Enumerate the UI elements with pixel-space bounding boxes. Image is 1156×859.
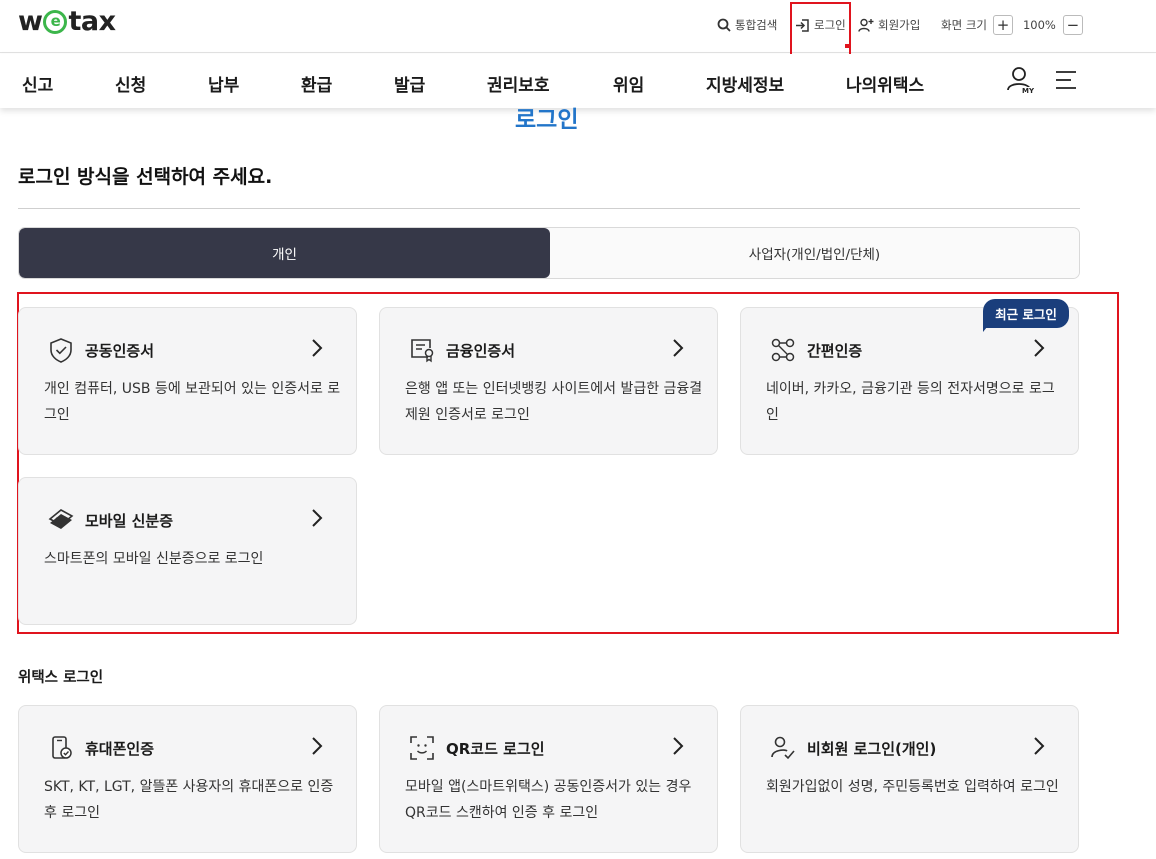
tab-business[interactable]: 사업자(개인/법인/단체) <box>550 228 1079 278</box>
zoom-out-button[interactable]: − <box>1062 15 1083 35</box>
nav-item-issue[interactable]: 발급 <box>394 71 425 96</box>
badge-tail <box>983 322 991 332</box>
signup-label: 회원가입 <box>878 18 921 32</box>
nav-item-my-wetax[interactable]: 나의위택스 <box>846 71 924 96</box>
divider <box>18 208 1080 209</box>
card-title: 모바일 신분증 <box>85 512 174 530</box>
chevron-right-icon <box>673 339 684 357</box>
card-title: QR코드 로그인 <box>446 740 545 758</box>
phone-cert-icon <box>52 736 72 759</box>
nav-item-payment[interactable]: 납부 <box>208 71 239 96</box>
search-icon <box>717 18 731 32</box>
signup-link[interactable]: 회원가입 <box>858 14 920 36</box>
card-title: 공동인증서 <box>85 342 155 360</box>
card-description: SKT, KT, LGT, 알뜰폰 사용자의 휴대폰으로 인증 후 로그인 <box>44 779 334 821</box>
login-type-tabs: 개인 사업자(개인/법인/단체) <box>18 227 1080 279</box>
card-description: 모바일 앱(스마트위택스) 공동인증서가 있는 경우 QR코드 스캔하여 인증 … <box>405 779 692 821</box>
logo-e-mark: e <box>43 9 68 34</box>
nav-item-apply[interactable]: 신청 <box>115 71 146 96</box>
card-description: 스마트폰의 모바일 신분증으로 로그인 <box>44 551 264 567</box>
chevron-right-icon <box>1034 339 1045 357</box>
add-user-icon <box>858 18 874 32</box>
my-label: MY <box>1021 87 1036 95</box>
nav-item-rights[interactable]: 권리보호 <box>487 71 550 96</box>
nav-item-local-tax-info[interactable]: 지방세정보 <box>706 71 784 96</box>
non-member-login-card[interactable]: 비회원 로그인(개인) 회원가입없이 성명, 주민등록번호 입력하여 로그인 <box>740 705 1079 853</box>
zoom-level: 100% <box>1022 18 1056 32</box>
tab-individual[interactable]: 개인 <box>19 228 550 278</box>
joint-certificate-card[interactable]: 공동인증서 개인 컴퓨터, USB 등에 보관되어 있는 인증서로 로그인 <box>18 307 357 455</box>
hamburger-icon <box>1056 71 1076 89</box>
font-size-label: 화면 크기 <box>941 18 987 32</box>
wetax-logo[interactable]: w e tax <box>18 6 116 37</box>
zoom-in-button[interactable]: + <box>992 15 1013 35</box>
chevron-right-icon <box>312 509 323 527</box>
chevron-right-icon <box>673 737 684 755</box>
phone-auth-card[interactable]: 휴대폰인증 SKT, KT, LGT, 알뜰폰 사용자의 휴대폰으로 인증 후 … <box>18 705 357 853</box>
card-description: 개인 컴퓨터, USB 등에 보관되어 있는 인증서로 로그인 <box>44 381 341 423</box>
menu-button[interactable] <box>1055 70 1077 94</box>
logo-prefix: w <box>18 6 43 37</box>
wetax-login-section-title: 위택스 로그인 <box>18 670 104 686</box>
chevron-right-icon <box>312 737 323 755</box>
mobile-id-icon <box>48 509 74 529</box>
card-title: 비회원 로그인(개인) <box>807 740 937 758</box>
chevron-right-icon <box>312 339 323 357</box>
shield-check-icon <box>50 338 72 363</box>
nav-item-delegation[interactable]: 위임 <box>613 71 644 96</box>
simple-auth-card[interactable]: 간편인증 네이버, 카카오, 금융기관 등의 전자서명으로 로그인 <box>740 307 1079 455</box>
page-subtitle: 로그인 방식을 선택하여 주세요. <box>18 166 273 188</box>
nodes-icon <box>771 338 795 362</box>
mobile-id-card[interactable]: 모바일 신분증 스마트폰의 모바일 신분증으로 로그인 <box>18 477 357 625</box>
qr-login-card[interactable]: QR코드 로그인 모바일 앱(스마트위택스) 공동인증서가 있는 경우 QR코드… <box>379 705 718 853</box>
nav-item-refund[interactable]: 환급 <box>301 71 332 96</box>
certificate-icon <box>411 339 434 363</box>
card-title: 금융인증서 <box>446 342 516 360</box>
chevron-right-icon <box>1034 737 1045 755</box>
card-title: 휴대폰인증 <box>85 740 155 758</box>
nav-item-report[interactable]: 신고 <box>22 71 53 96</box>
page-title: 로그인 <box>515 107 579 133</box>
font-size-control: 화면 크기 + 100% − <box>941 14 1083 36</box>
login-highlight-box <box>790 2 851 57</box>
search-label: 통합검색 <box>735 18 778 32</box>
user-check-icon <box>771 736 795 760</box>
recent-login-badge: 최근 로그인 <box>983 299 1069 328</box>
card-description: 은행 앱 또는 인터넷뱅킹 사이트에서 발급한 금융결제원 인증서로 로그인 <box>405 381 703 423</box>
card-description: 네이버, 카카오, 금융기관 등의 전자서명으로 로그인 <box>766 381 1055 423</box>
logo-suffix: tax <box>68 6 116 37</box>
financial-certificate-card[interactable]: 금융인증서 은행 앱 또는 인터넷뱅킹 사이트에서 발급한 금융결제원 인증서로… <box>379 307 718 455</box>
card-title: 간편인증 <box>807 342 863 360</box>
search-link[interactable]: 통합검색 <box>717 14 777 36</box>
my-page-button[interactable]: MY <box>1005 66 1036 100</box>
qr-face-icon <box>410 736 434 760</box>
top-utility-bar: w e tax 통합검색 로그인 회원가입 화면 크기 + 100% − <box>0 0 1156 53</box>
highlight-marker <box>845 44 849 48</box>
card-description: 회원가입없이 성명, 주민등록번호 입력하여 로그인 <box>766 779 1059 795</box>
